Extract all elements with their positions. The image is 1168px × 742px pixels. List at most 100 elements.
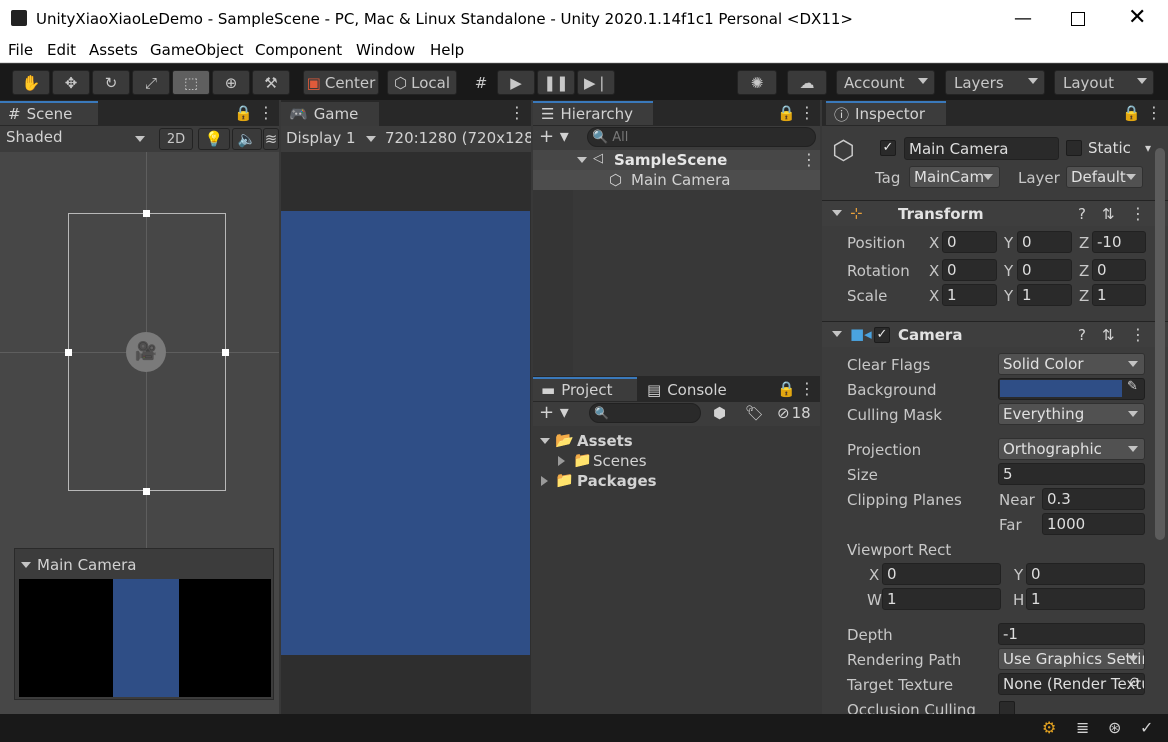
lock-icon[interactable]: 🔒: [1122, 104, 1141, 122]
scale-tool-icon[interactable]: ⤢: [132, 70, 170, 95]
viewport-y-field[interactable]: 0: [1026, 563, 1145, 585]
camera-gizmo-icon[interactable]: 🎥: [126, 332, 166, 372]
lock-icon[interactable]: 🔒: [234, 104, 253, 122]
transform-header[interactable]: ⊹ Transform ? ⇅ ⋮: [822, 200, 1168, 226]
scene-menu-icon[interactable]: ⋮: [258, 103, 274, 122]
occlusion-culling-checkbox[interactable]: [999, 701, 1015, 714]
tab-hierarchy[interactable]: ☰ Hierarchy: [533, 101, 653, 125]
hierarchy-menu-icon[interactable]: ⋮: [799, 103, 815, 122]
menu-component[interactable]: Component: [255, 41, 342, 59]
background-color-field[interactable]: ✎: [998, 378, 1145, 400]
scale-x-field[interactable]: 1: [942, 284, 997, 306]
layer-dropdown[interactable]: Default: [1066, 166, 1143, 188]
viewport-h-field[interactable]: 1: [1026, 588, 1145, 610]
tab-console[interactable]: ▤ Console: [639, 378, 749, 402]
shading-dropdown[interactable]: Shaded: [6, 128, 151, 150]
rendering-path-dropdown[interactable]: Use Graphics Settings: [998, 648, 1145, 670]
axis-x-label[interactable]: X: [869, 566, 879, 584]
static-chevron-icon[interactable]: ▾: [1145, 141, 1151, 155]
account-dropdown[interactable]: Account: [836, 70, 935, 95]
display-dropdown[interactable]: Display 1: [286, 129, 382, 151]
axis-z-label[interactable]: Z: [1079, 234, 1089, 252]
menu-edit[interactable]: Edit: [47, 41, 76, 59]
position-x-field[interactable]: 0: [942, 231, 997, 253]
mode-2d-button[interactable]: 2D: [159, 128, 193, 150]
add-icon[interactable]: + ▾: [539, 126, 569, 147]
clear-flags-dropdown[interactable]: Solid Color: [998, 353, 1145, 375]
rotate-tool-icon[interactable]: ↻: [92, 70, 130, 95]
position-y-field[interactable]: 0: [1017, 231, 1072, 253]
pivot-local-button[interactable]: ⬡ Local: [387, 70, 457, 95]
axis-y-label[interactable]: Y: [1004, 287, 1013, 305]
custom-tool-icon[interactable]: ⚒: [252, 70, 290, 95]
preset-icon[interactable]: ⇅: [1102, 205, 1115, 223]
near-field[interactable]: 0.3: [1042, 488, 1145, 510]
lock-icon[interactable]: 🔒: [777, 104, 796, 122]
rotation-y-field[interactable]: 0: [1017, 259, 1072, 281]
step-button[interactable]: ▶❘: [577, 70, 615, 95]
object-name-field[interactable]: Main Camera: [904, 137, 1059, 160]
maximize-button[interactable]: [1071, 12, 1085, 26]
scene-options-icon[interactable]: ⋮: [801, 150, 817, 169]
menu-gameobject[interactable]: GameObject: [150, 41, 244, 59]
rect-handle[interactable]: [222, 349, 229, 356]
pivot-center-button[interactable]: ▣ Center: [303, 70, 379, 95]
label-icon[interactable]: 🏷: [745, 404, 764, 422]
object-picker-icon[interactable]: ⊙: [1129, 675, 1140, 690]
projection-dropdown[interactable]: Orthographic: [998, 438, 1145, 460]
grid-snap-icon[interactable]: #: [466, 70, 496, 95]
rect-handle[interactable]: [65, 349, 72, 356]
hierarchy-search-input[interactable]: 🔍 All: [587, 127, 816, 147]
effects-icon[interactable]: ≋: [263, 128, 279, 150]
filter-type-icon[interactable]: ⬢: [713, 404, 726, 422]
position-z-field[interactable]: -10: [1092, 231, 1146, 253]
preset-icon[interactable]: ⇅: [1102, 326, 1115, 344]
inspector-menu-icon[interactable]: ⋮: [1146, 103, 1162, 122]
axis-x-label[interactable]: X: [929, 287, 939, 305]
tree-row-camera[interactable]: ⬡ Main Camera: [533, 170, 820, 190]
scale-z-field[interactable]: 1: [1092, 284, 1146, 306]
foldout-icon[interactable]: [832, 331, 842, 337]
transform-tool-icon[interactable]: ⊕: [212, 70, 250, 95]
size-field[interactable]: 5: [998, 463, 1145, 485]
menu-help[interactable]: Help: [430, 41, 464, 59]
rotation-z-field[interactable]: 0: [1092, 259, 1146, 281]
component-menu-icon[interactable]: ⋮: [1130, 325, 1146, 344]
lighting-icon[interactable]: 💡: [198, 128, 230, 150]
rect-tool-icon[interactable]: ⬚: [172, 70, 210, 95]
target-texture-field[interactable]: None (Render Texture)⊙: [998, 673, 1145, 695]
project-search-input[interactable]: 🔍: [589, 403, 701, 423]
component-menu-icon[interactable]: ⋮: [1130, 204, 1146, 223]
foldout-icon[interactable]: [21, 562, 31, 568]
culling-mask-dropdown[interactable]: Everything: [998, 403, 1145, 425]
tree-row-scene[interactable]: ◁ SampleScene ⋮: [533, 150, 820, 170]
axis-x-label[interactable]: X: [929, 262, 939, 280]
game-view[interactable]: [281, 211, 530, 655]
viewport-x-field[interactable]: 0: [882, 563, 1001, 585]
pause-button[interactable]: ❚❚: [537, 70, 575, 95]
axis-y-label[interactable]: Y: [1014, 566, 1023, 584]
help-icon[interactable]: ?: [1078, 326, 1086, 344]
audio-icon[interactable]: 🔈: [232, 128, 262, 150]
menu-assets[interactable]: Assets: [89, 41, 138, 59]
game-menu-icon[interactable]: ⋮: [509, 103, 525, 122]
camera-header[interactable]: ■◂ ✓ Camera ? ⇅ ⋮: [822, 321, 1168, 347]
foldout-icon[interactable]: [540, 438, 550, 444]
help-icon[interactable]: ?: [1078, 205, 1086, 223]
play-button[interactable]: ▶: [497, 70, 535, 95]
axis-w-label[interactable]: W: [867, 591, 882, 609]
tab-project[interactable]: ▬ Project: [533, 377, 637, 401]
tree-row-scenes[interactable]: 📁 Scenes: [533, 451, 820, 471]
project-menu-icon[interactable]: ⋮: [799, 379, 815, 398]
axis-h-label[interactable]: H: [1013, 591, 1024, 609]
tab-game[interactable]: 🎮 Game: [281, 102, 379, 126]
menu-window[interactable]: Window: [356, 41, 415, 59]
axis-z-label[interactable]: Z: [1079, 287, 1089, 305]
static-label[interactable]: Static: [1088, 139, 1131, 157]
active-checkbox[interactable]: ✓: [880, 140, 896, 156]
debug-icon[interactable]: ⊛: [1108, 718, 1121, 737]
foldout-icon[interactable]: [577, 157, 587, 163]
axis-y-label[interactable]: Y: [1004, 262, 1013, 280]
tab-inspector[interactable]: ⓘ Inspector: [826, 101, 946, 125]
tree-row-assets[interactable]: 📂 Assets: [533, 431, 820, 451]
